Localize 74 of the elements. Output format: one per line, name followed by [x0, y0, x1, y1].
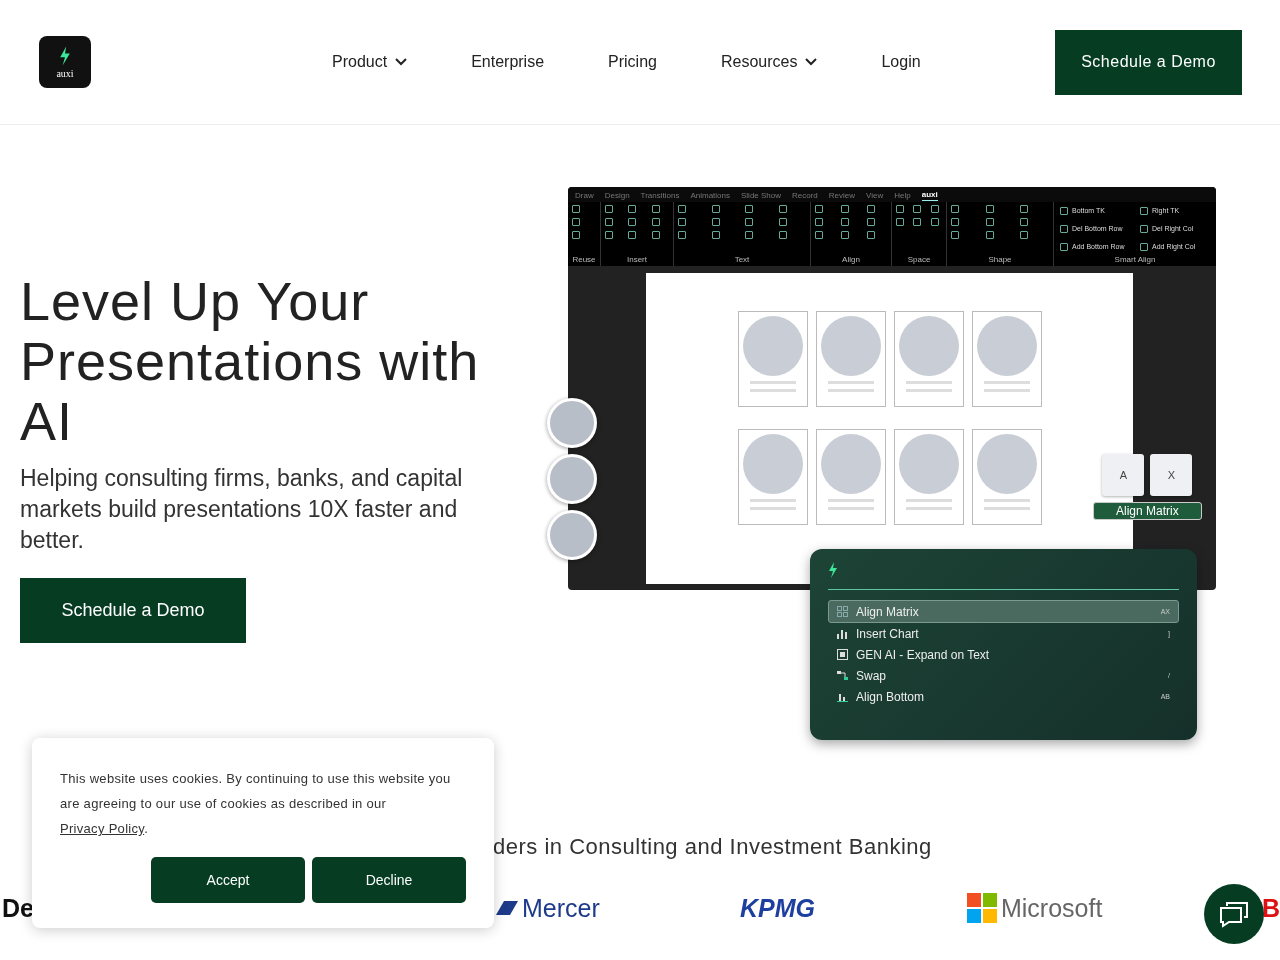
logo-text: auxi [56, 67, 74, 79]
schedule-demo-button[interactable]: Schedule a Demo [1055, 29, 1242, 95]
avatar [547, 510, 597, 560]
ribbon-tab[interactable]: Draw [575, 189, 594, 201]
group-label: Shape [987, 255, 1013, 266]
text-placeholder-line [749, 389, 796, 392]
chip-icon [837, 649, 848, 660]
chevron-down-icon [395, 58, 408, 66]
hero-subtitle: Helping consulting firms, banks, and capital markets build presentations 10X faster and better. [20, 464, 464, 555]
bar-chart-icon [837, 628, 848, 639]
text-placeholder-line [905, 381, 952, 384]
nav-link[interactable]: Resources [720, 53, 818, 71]
shortcut-caption: Align Matrix [1093, 502, 1202, 520]
grid-icon [837, 606, 848, 617]
text-placeholder-line [905, 389, 952, 392]
lightning-bolt-icon [828, 561, 838, 579]
hero-title: Level Up Your Presentations with AI [20, 271, 481, 451]
ribbon-tab[interactable]: Record [792, 189, 818, 201]
chat-button[interactable] [1204, 884, 1264, 944]
ribbon-tab[interactable]: Animations [690, 189, 730, 201]
client-logo: Microsoft [1000, 893, 1103, 923]
client-logo: KPMG [739, 893, 815, 923]
text-placeholder-line [905, 507, 952, 510]
ribbon-tab[interactable]: auxi [921, 189, 938, 201]
group-label: Align [841, 255, 861, 266]
text-placeholder-line [983, 499, 1030, 502]
align-bottom-icon [837, 691, 848, 702]
schedule-demo-button[interactable]: Schedule a Demo [20, 578, 246, 643]
mercer-mark-icon [495, 901, 518, 915]
swap-icon [837, 670, 848, 681]
ribbon-tab[interactable]: Review [828, 189, 856, 201]
nav-link[interactable]: Pricing [608, 53, 657, 71]
client-logo: De [2, 893, 34, 923]
text-placeholder-line [749, 507, 796, 510]
text-placeholder-line [983, 381, 1030, 384]
group-label: Insert [626, 255, 648, 266]
group-label: Smart Align [1113, 255, 1157, 266]
chat-icon [1219, 900, 1249, 928]
text-placeholder-line [983, 389, 1030, 392]
keycap: X [1150, 454, 1193, 496]
nav-link[interactable]: Login [881, 53, 921, 71]
ribbon-tab[interactable]: Slide Show [741, 189, 781, 201]
avatar [547, 454, 597, 504]
cookie-text: This website uses cookies. By continuing to use this website you are agreeing to our use of cookies as described in our Privacy Policy. [60, 770, 452, 838]
avatar [547, 398, 597, 448]
windows-squares-icon [966, 893, 997, 923]
group-label: Reuse [572, 255, 596, 266]
text-placeholder-line [983, 507, 1030, 510]
text-placeholder-line [827, 507, 874, 510]
nav-link[interactable]: Product [332, 53, 408, 71]
chevron-down-icon [805, 58, 818, 66]
cookie-button[interactable]: Decline [312, 857, 466, 903]
privacy-policy-link[interactable]: Privacy Policy [60, 821, 145, 836]
text-placeholder-line [749, 381, 796, 384]
nav-link[interactable]: Enterprise [471, 53, 545, 71]
ribbon-tab[interactable]: View [866, 189, 884, 201]
clients-heading: ders in Consulting and Investment Banking [493, 834, 933, 860]
keycap: A [1102, 454, 1145, 496]
ribbon-tab[interactable]: Design [604, 189, 630, 201]
cookie-button[interactable]: Accept [151, 857, 305, 903]
ribbon-tab[interactable]: Help [894, 189, 911, 201]
group-label: Space [906, 255, 932, 266]
lightning-bolt-icon [59, 45, 71, 66]
text-placeholder-line [827, 389, 874, 392]
ribbon-tab[interactable]: Transitions [640, 189, 680, 201]
client-logo: Mercer [521, 893, 600, 923]
text-placeholder-line [749, 499, 796, 502]
text-placeholder-line [827, 499, 874, 502]
text-placeholder-line [827, 381, 874, 384]
client-logo: B [1261, 893, 1280, 923]
text-placeholder-line [905, 499, 952, 502]
auxi-logo[interactable]: auxi [39, 36, 91, 88]
group-label: Text [733, 255, 751, 266]
command-item[interactable]: GEN AI - Expand on Text [828, 644, 1179, 665]
